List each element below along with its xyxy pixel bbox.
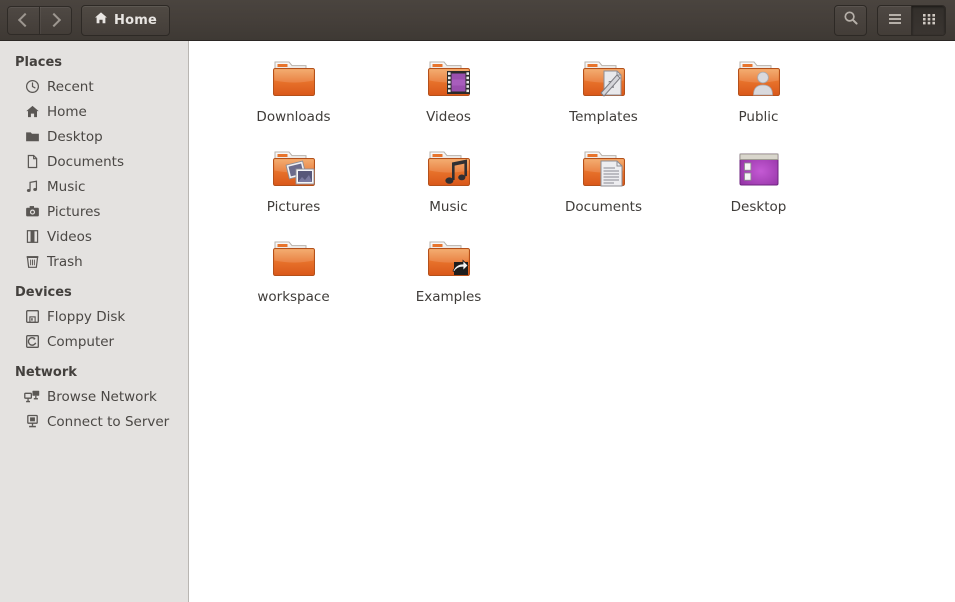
- sidebar-item-label: Music: [47, 178, 86, 195]
- breadcrumb-home-button[interactable]: Home: [81, 4, 170, 36]
- file-item-public[interactable]: Public: [681, 55, 836, 125]
- file-item-documents[interactable]: Documents: [526, 145, 681, 215]
- folder-icon: [268, 235, 320, 283]
- template-page-emblem: a: [599, 70, 621, 97]
- server-icon: [24, 414, 40, 430]
- file-list-area[interactable]: Downloads Videos Templates Public Pictur…: [189, 41, 955, 602]
- trash-icon: [24, 254, 40, 270]
- folder-symlink-icon: [423, 235, 475, 283]
- sidebar-item-label: Floppy Disk: [47, 308, 126, 325]
- icon-grid: Downloads Videos Templates Public Pictur…: [189, 41, 955, 305]
- sidebar-item-videos[interactable]: Videos: [0, 224, 188, 249]
- sidebar-item-label: Videos: [47, 228, 92, 245]
- file-item-examples[interactable]: Examples: [371, 235, 526, 305]
- forward-button[interactable]: [39, 6, 71, 34]
- sidebar-item-label: Computer: [47, 333, 115, 350]
- sidebar-item-label: Recent: [47, 78, 94, 95]
- sidebar-item-pictures[interactable]: Pictures: [0, 199, 188, 224]
- sidebar: Places Recent Home Desktop Documents Mus…: [0, 41, 189, 602]
- desktop-window-icon: [733, 145, 785, 193]
- search-icon: [843, 10, 859, 30]
- folder-videos-icon: [423, 55, 475, 103]
- list-view-button[interactable]: [878, 6, 911, 35]
- home-icon: [24, 104, 40, 120]
- file-item-desktop[interactable]: Desktop: [681, 145, 836, 215]
- file-item-label: Downloads: [256, 109, 331, 125]
- view-mode-group: [877, 4, 946, 36]
- file-item-label: Desktop: [730, 199, 787, 215]
- sidebar-item-home[interactable]: Home: [0, 99, 188, 124]
- file-item-label: Documents: [565, 199, 642, 215]
- document-icon: [24, 154, 40, 170]
- file-item-label: Music: [429, 199, 468, 215]
- symlink-arrow-emblem: [451, 259, 469, 275]
- sidebar-item-trash[interactable]: Trash: [0, 249, 188, 274]
- sidebar-item-label: Documents: [47, 153, 124, 170]
- sidebar-item-computer[interactable]: Computer: [0, 329, 188, 354]
- folder-pictures-icon: [268, 145, 320, 193]
- sidebar-item-label: Trash: [47, 253, 83, 270]
- file-item-pictures[interactable]: Pictures: [216, 145, 371, 215]
- chevron-left-icon: [17, 12, 33, 28]
- grid-view-icon: [921, 11, 937, 30]
- navigation-button-group: [7, 5, 72, 35]
- sidebar-item-documents[interactable]: Documents: [0, 149, 188, 174]
- folder-music-icon: [423, 145, 475, 193]
- sidebar-item-label: Browse Network: [47, 388, 157, 405]
- file-item-label: Videos: [426, 109, 471, 125]
- file-item-label: Public: [738, 109, 779, 125]
- sidebar-item-music[interactable]: Music: [0, 174, 188, 199]
- sidebar-item-floppy-disk[interactable]: Floppy Disk: [0, 304, 188, 329]
- home-icon: [94, 11, 108, 29]
- file-item-videos[interactable]: Videos: [371, 55, 526, 125]
- sidebar-item-label: Connect to Server: [47, 413, 170, 430]
- sidebar-item-connect-to-server[interactable]: Connect to Server: [0, 409, 188, 434]
- file-item-label: workspace: [257, 289, 330, 305]
- folder-templates-icon: a: [578, 55, 630, 103]
- camera-icon: [24, 204, 40, 220]
- file-manager-window: Home Places Recent Home Desktop Document…: [0, 0, 955, 602]
- sidebar-item-recent[interactable]: Recent: [0, 74, 188, 99]
- folder-documents-icon: [578, 145, 630, 193]
- music-note-icon: [24, 179, 40, 195]
- grid-view-button[interactable]: [911, 5, 945, 35]
- file-item-templates[interactable]: a Templates: [526, 55, 681, 125]
- sidebar-item-browse-network[interactable]: Browse Network: [0, 384, 188, 409]
- folder-icon: [24, 129, 40, 145]
- file-item-label: Pictures: [266, 199, 321, 215]
- file-item-label: Templates: [569, 109, 638, 125]
- header-bar: Home: [0, 0, 955, 41]
- network-icon: [24, 389, 40, 405]
- chevron-right-icon: [46, 12, 62, 28]
- text-page-emblem: [600, 160, 622, 187]
- sidebar-section-places-title: Places: [15, 55, 63, 70]
- sidebar-section-network-title: Network: [15, 365, 77, 380]
- computer-icon: [24, 334, 40, 350]
- sidebar-item-label: Home: [47, 103, 87, 120]
- sidebar-item-label: Desktop: [47, 128, 103, 145]
- back-button[interactable]: [8, 7, 39, 34]
- search-button[interactable]: [834, 4, 867, 36]
- file-item-workspace[interactable]: workspace: [216, 235, 371, 305]
- window-body: Places Recent Home Desktop Documents Mus…: [0, 41, 955, 602]
- folder-icon: [268, 55, 320, 103]
- film-strip-emblem: [446, 71, 470, 94]
- file-item-music[interactable]: Music: [371, 145, 526, 215]
- film-icon: [24, 229, 40, 245]
- floppy-icon: [24, 309, 40, 325]
- breadcrumb-home-label: Home: [114, 12, 157, 28]
- clock-icon: [24, 79, 40, 95]
- folder-public-icon: [733, 55, 785, 103]
- file-item-downloads[interactable]: Downloads: [216, 55, 371, 125]
- sidebar-section-devices-title: Devices: [15, 285, 72, 300]
- sidebar-item-label: Pictures: [47, 203, 101, 220]
- list-view-icon: [887, 11, 903, 30]
- file-item-label: Examples: [415, 289, 482, 305]
- sidebar-item-desktop[interactable]: Desktop: [0, 124, 188, 149]
